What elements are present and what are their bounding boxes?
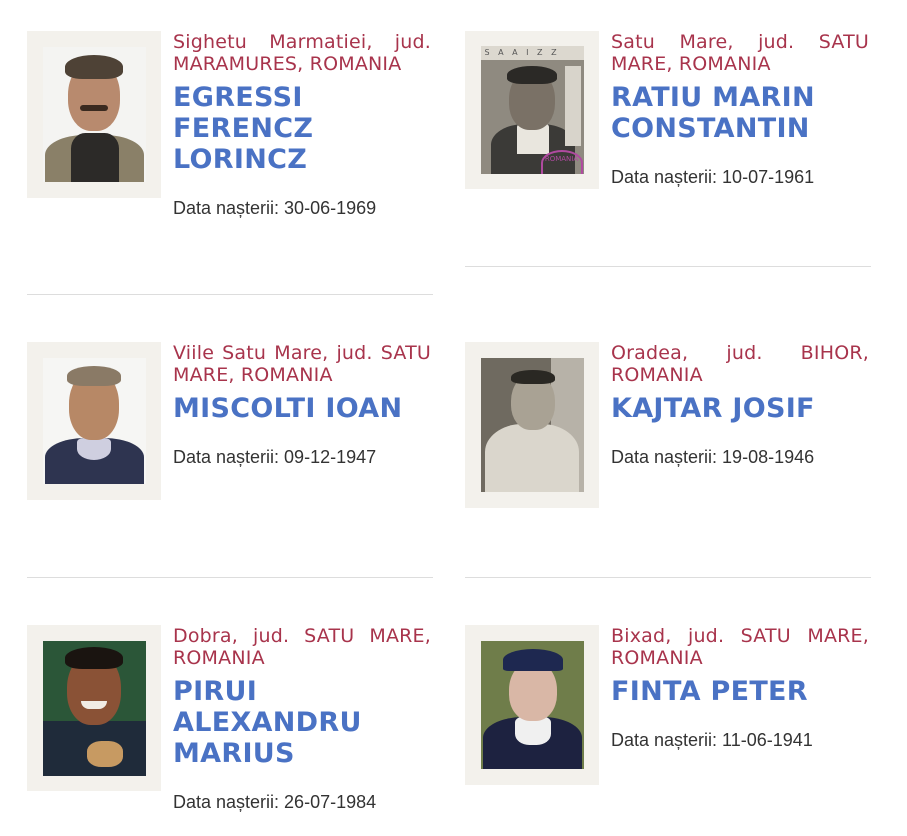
person-card[interactable]: Dobra, jud. SATU MARE, ROMANIA PIRUI ALE… [27, 625, 433, 820]
location-text: Oradea, jud. BIHOR, ROMANIA [611, 342, 869, 386]
person-photo[interactable] [42, 358, 146, 484]
person-card[interactable]: Oradea, jud. BIHOR, ROMANIA KAJTAR JOSIF… [465, 342, 871, 508]
person-photo[interactable] [480, 358, 584, 492]
person-photo[interactable] [42, 640, 146, 776]
photo-frame [465, 625, 599, 785]
person-photo[interactable]: S A A I Z Z ROMANIA [480, 46, 584, 174]
photo-frame [465, 342, 599, 508]
photo-frame [27, 342, 161, 500]
photo-stamp-text: S A A I Z Z [484, 48, 560, 57]
location-text: Satu Mare, jud. SATU MARE, ROMANIA [611, 31, 869, 75]
divider [465, 577, 871, 578]
birth-date: Data nașterii: 10-07-1961 [611, 167, 815, 187]
person-name-link[interactable]: FINTA PETER [611, 676, 869, 707]
person-name-link[interactable]: KAJTAR JOSIF [611, 393, 869, 424]
divider [27, 294, 433, 295]
photo-seal-text: ROMANIA [540, 150, 583, 174]
person-info: Satu Mare, jud. SATU MARE, ROMANIA RATIU… [611, 31, 869, 188]
divider [27, 577, 433, 578]
photo-frame: S A A I Z Z ROMANIA [465, 31, 599, 189]
location-text: Viile Satu Mare, jud. SATU MARE, ROMANIA [173, 342, 431, 386]
person-name-link[interactable]: MISCOLTI IOAN [173, 393, 431, 424]
birth-date: Data nașterii: 09-12-1947 [173, 447, 377, 467]
person-card[interactable]: Bixad, jud. SATU MARE, ROMANIA FINTA PET… [465, 625, 871, 785]
person-card[interactable]: Viile Satu Mare, jud. SATU MARE, ROMANIA… [27, 342, 433, 502]
birth-date: Data nașterii: 19-08-1946 [611, 447, 815, 467]
birth-date: Data nașterii: 11-06-1941 [611, 730, 813, 750]
person-info: Dobra, jud. SATU MARE, ROMANIA PIRUI ALE… [173, 625, 431, 813]
person-info: Sighetu Marmatiei, jud. MARAMURES, ROMAN… [173, 31, 431, 219]
divider [465, 266, 871, 267]
person-card[interactable]: S A A I Z Z ROMANIA Satu Mare, jud. SATU… [465, 31, 871, 191]
person-info: Bixad, jud. SATU MARE, ROMANIA FINTA PET… [611, 625, 869, 751]
person-info: Oradea, jud. BIHOR, ROMANIA KAJTAR JOSIF… [611, 342, 869, 468]
location-text: Dobra, jud. SATU MARE, ROMANIA [173, 625, 431, 669]
birth-date: Data nașterii: 26-07-1984 [173, 792, 377, 812]
person-photo[interactable] [480, 641, 584, 769]
location-text: Bixad, jud. SATU MARE, ROMANIA [611, 625, 869, 669]
person-photo[interactable] [42, 47, 146, 182]
person-card[interactable]: Sighetu Marmatiei, jud. MARAMURES, ROMAN… [27, 31, 433, 231]
person-name-link[interactable]: PIRUI ALEXANDRU MARIUS [173, 676, 431, 769]
person-name-link[interactable]: EGRESSI FERENCZ LORINCZ [173, 82, 431, 175]
location-text: Sighetu Marmatiei, jud. MARAMURES, ROMAN… [173, 31, 431, 75]
person-info: Viile Satu Mare, jud. SATU MARE, ROMANIA… [173, 342, 431, 468]
birth-date: Data nașterii: 30-06-1969 [173, 198, 377, 218]
photo-frame [27, 31, 161, 198]
person-name-link[interactable]: RATIU MARIN CONSTANTIN [611, 82, 869, 144]
photo-frame [27, 625, 161, 791]
